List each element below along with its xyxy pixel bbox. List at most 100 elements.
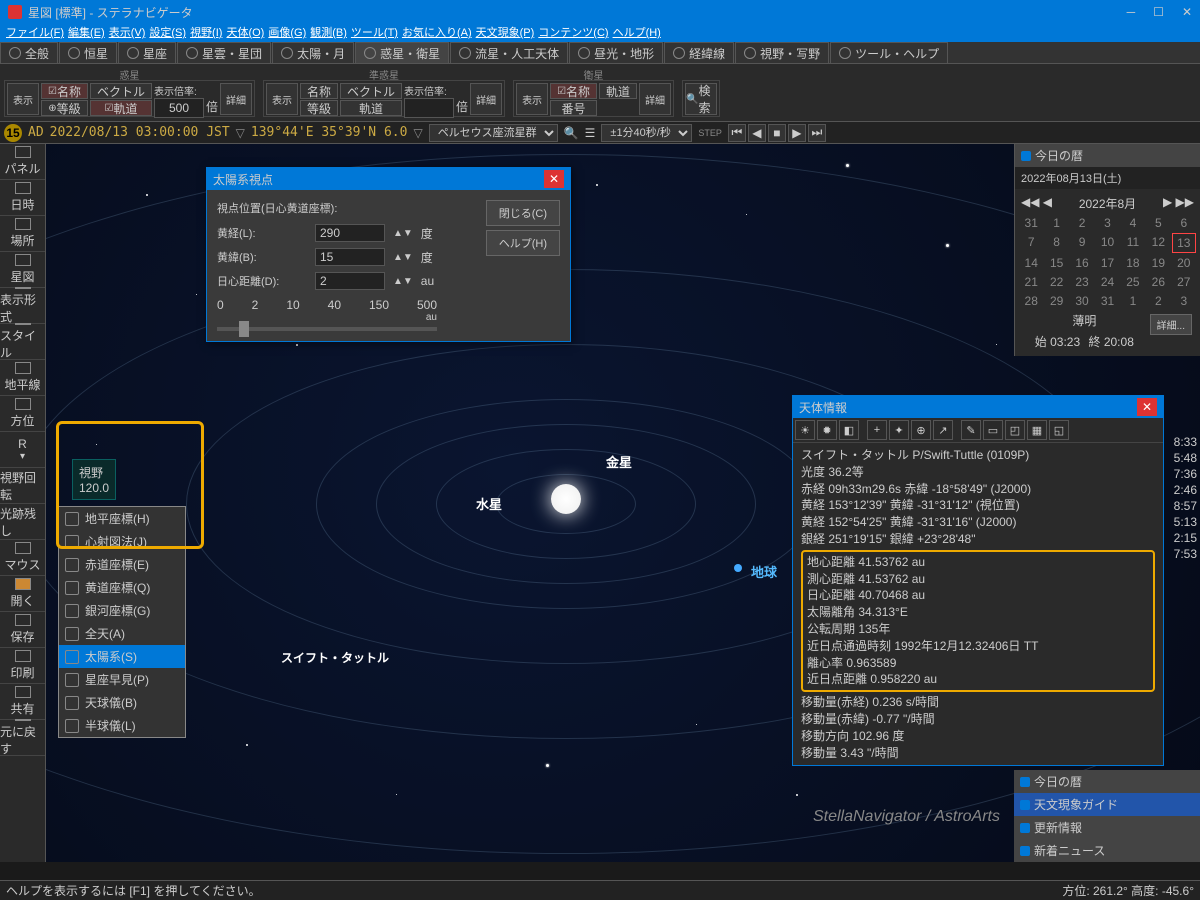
menu-planisphere[interactable]: 星座早見(P) bbox=[59, 668, 185, 691]
menu-contents[interactable]: コンテンツ(C) bbox=[538, 24, 608, 42]
time-badge[interactable]: 15 bbox=[4, 124, 22, 142]
cal-day[interactable]: 21 bbox=[1019, 273, 1043, 291]
info-close[interactable]: ✕ bbox=[1137, 398, 1157, 416]
info-tool-11[interactable]: ▦ bbox=[1027, 420, 1047, 440]
viewpoint-close-button[interactable]: 閉じる(C) bbox=[486, 200, 560, 226]
sidebar-open[interactable]: 開く bbox=[0, 576, 45, 612]
sidebar-print[interactable]: 印刷 bbox=[0, 648, 45, 684]
planet-mag-button[interactable]: ⊕等級 bbox=[41, 100, 88, 116]
menu-solarsystem[interactable]: 太陽系(S) bbox=[59, 645, 185, 668]
sidebar-r[interactable]: R▾ bbox=[0, 432, 45, 468]
cal-day[interactable]: 1 bbox=[1121, 292, 1145, 310]
info-tool-4[interactable]: + bbox=[867, 420, 887, 440]
cal-day[interactable]: 17 bbox=[1095, 254, 1119, 272]
menu-celestialsphere[interactable]: 天球儀(B) bbox=[59, 691, 185, 714]
cal-day[interactable]: 8 bbox=[1044, 233, 1068, 253]
cal-detail-button[interactable]: 詳細... bbox=[1150, 314, 1192, 335]
info-tool-7[interactable]: ↗ bbox=[933, 420, 953, 440]
menu-galactic[interactable]: 銀河座標(G) bbox=[59, 599, 185, 622]
cal-day[interactable]: 30 bbox=[1070, 292, 1094, 310]
info-tool-12[interactable]: ◱ bbox=[1049, 420, 1069, 440]
cal-day[interactable]: 25 bbox=[1121, 273, 1145, 291]
info-tool-9[interactable]: ▭ bbox=[983, 420, 1003, 440]
tab-daylight[interactable]: 昼光・地形 bbox=[569, 42, 663, 63]
menu-observe[interactable]: 観測(B) bbox=[310, 24, 347, 42]
cal-prev[interactable]: ◀◀ ◀ bbox=[1021, 195, 1052, 212]
cal-day[interactable]: 31 bbox=[1019, 214, 1043, 232]
time-coords[interactable]: 139°44'E 35°39'N 6.0 bbox=[251, 125, 408, 140]
tab-general[interactable]: 全般 bbox=[0, 42, 58, 63]
time-next[interactable]: ▶ bbox=[788, 124, 806, 142]
menu-image[interactable]: 画像(G) bbox=[268, 24, 306, 42]
tab-planets[interactable]: 惑星・衛星 bbox=[355, 42, 449, 63]
cal-day[interactable]: 28 bbox=[1019, 292, 1043, 310]
panel-phenomena[interactable]: 天文現象ガイド bbox=[1014, 793, 1200, 816]
dwarf-detail-button[interactable]: 詳細 bbox=[470, 83, 502, 115]
sat-name-button[interactable]: ☑名称 bbox=[550, 83, 597, 99]
viewpoint-close[interactable]: ✕ bbox=[544, 170, 564, 188]
planet-name-button[interactable]: ☑名称 bbox=[41, 83, 88, 99]
cal-day[interactable]: 2 bbox=[1146, 292, 1170, 310]
dist-slider[interactable] bbox=[217, 327, 437, 331]
sidebar-direction[interactable]: 方位 bbox=[0, 396, 45, 432]
cal-day[interactable]: 14 bbox=[1019, 254, 1043, 272]
sidebar-save[interactable]: 保存 bbox=[0, 612, 45, 648]
tab-fov[interactable]: 視野・写野 bbox=[735, 42, 829, 63]
menu-horizontal[interactable]: 地平座標(H) bbox=[59, 507, 185, 530]
tab-constellation[interactable]: 星座 bbox=[118, 42, 176, 63]
cal-day[interactable]: 11 bbox=[1121, 233, 1145, 253]
event-dropdown[interactable]: ペルセウス座流星群 bbox=[429, 124, 558, 142]
sidebar-trail[interactable]: 光跡残し bbox=[0, 504, 45, 540]
cal-day[interactable]: 3 bbox=[1095, 214, 1119, 232]
planet-orbit-button[interactable]: ☑軌道 bbox=[90, 100, 152, 116]
cal-day[interactable]: 13 bbox=[1172, 233, 1196, 253]
sidebar-style[interactable]: スタイル bbox=[0, 324, 45, 360]
menu-favorite[interactable]: お気に入り(A) bbox=[402, 24, 472, 42]
info-tool-6[interactable]: ⊕ bbox=[911, 420, 931, 440]
cal-day[interactable]: 20 bbox=[1172, 254, 1196, 272]
sidebar-chart[interactable]: 星図 bbox=[0, 252, 45, 288]
info-tool-1[interactable]: ☀ bbox=[795, 420, 815, 440]
dwarf-mag-input[interactable] bbox=[404, 98, 454, 118]
sidebar-mouse[interactable]: マウス bbox=[0, 540, 45, 576]
planet-mag-input[interactable] bbox=[154, 98, 204, 118]
planet-display-button[interactable]: 表示 bbox=[7, 83, 39, 115]
cal-day[interactable]: 7 bbox=[1019, 233, 1043, 253]
dwarf-vector-button[interactable]: ベクトル bbox=[340, 83, 402, 99]
search-button[interactable]: 🔍検索 bbox=[685, 83, 717, 115]
maximize-button[interactable]: ☐ bbox=[1153, 5, 1164, 19]
menu-edit[interactable]: 編集(E) bbox=[68, 24, 105, 42]
menu-equatorial[interactable]: 赤道座標(E) bbox=[59, 553, 185, 576]
tab-star[interactable]: 恒星 bbox=[59, 42, 117, 63]
sidebar-rotation[interactable]: 視野回転 bbox=[0, 468, 45, 504]
cal-day[interactable]: 31 bbox=[1095, 292, 1119, 310]
planet-detail-button[interactable]: 詳細 bbox=[220, 83, 252, 115]
menu-ecliptic[interactable]: 黄道座標(Q) bbox=[59, 576, 185, 599]
menu-allsky[interactable]: 全天(A) bbox=[59, 622, 185, 645]
cal-day[interactable]: 3 bbox=[1172, 292, 1196, 310]
cal-day[interactable]: 5 bbox=[1146, 214, 1170, 232]
sidebar-panel[interactable]: パネル bbox=[0, 144, 45, 180]
time-datetime[interactable]: 2022/08/13 03:00:00 JST bbox=[50, 125, 230, 140]
cal-day[interactable]: 12 bbox=[1146, 233, 1170, 253]
time-prev[interactable]: ◀ bbox=[748, 124, 766, 142]
sat-detail-button[interactable]: 詳細 bbox=[639, 83, 671, 115]
menu-view[interactable]: 表示(V) bbox=[109, 24, 146, 42]
lon-input[interactable] bbox=[315, 224, 385, 242]
sidebar-share[interactable]: 共有 bbox=[0, 684, 45, 720]
sat-display-button[interactable]: 表示 bbox=[516, 83, 548, 115]
speed-dropdown[interactable]: ±1分40秒/秒 bbox=[601, 124, 692, 142]
cal-day[interactable]: 27 bbox=[1172, 273, 1196, 291]
menu-tool[interactable]: ツール(T) bbox=[351, 24, 398, 42]
panel-ephemeris[interactable]: 今日の暦 bbox=[1014, 770, 1200, 793]
sidebar-undo[interactable]: 元に戻す bbox=[0, 720, 45, 756]
tab-meteor[interactable]: 流星・人工天体 bbox=[450, 42, 568, 63]
cal-day[interactable]: 16 bbox=[1070, 254, 1094, 272]
sidebar-displaymode[interactable]: 表示形式 bbox=[0, 288, 45, 324]
minimize-button[interactable]: ─ bbox=[1127, 5, 1136, 19]
dist-input[interactable] bbox=[315, 272, 385, 290]
dwarf-orbit-button[interactable]: 軌道 bbox=[340, 100, 402, 116]
cal-day[interactable]: 23 bbox=[1070, 273, 1094, 291]
menu-phenomena[interactable]: 天文現象(P) bbox=[476, 24, 535, 42]
sidebar-location[interactable]: 場所 bbox=[0, 216, 45, 252]
